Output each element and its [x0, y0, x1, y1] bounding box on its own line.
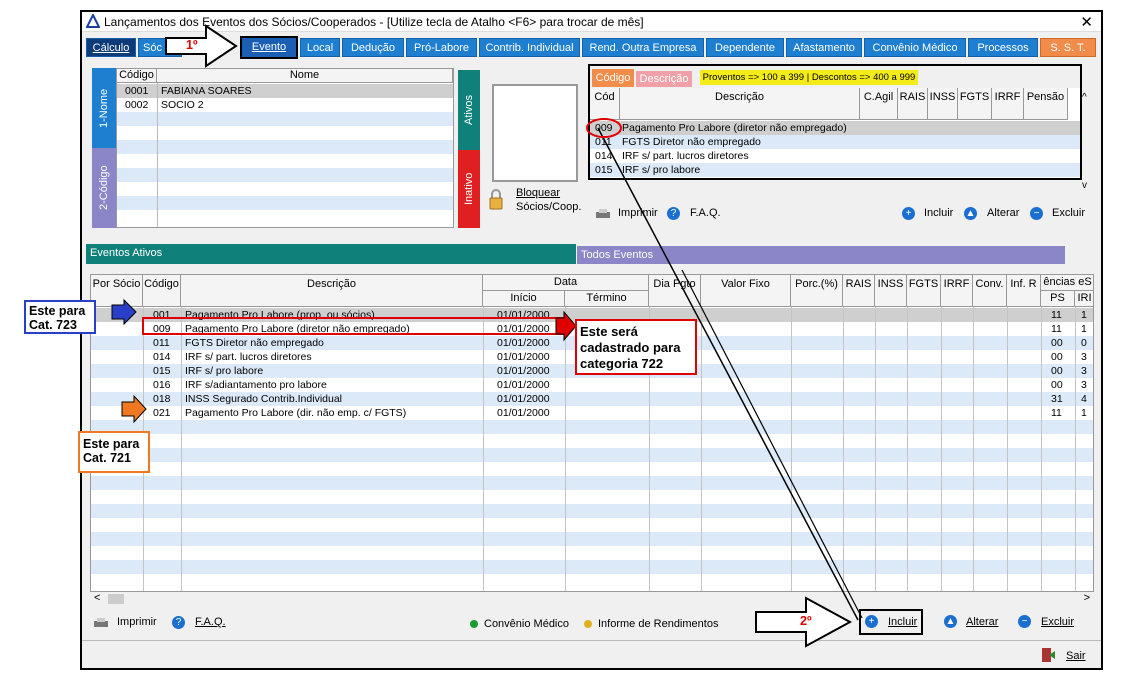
step1-arrow-icon [165, 24, 238, 68]
arrow-right-red-icon [555, 310, 577, 342]
annotation-overlay [111, 24, 863, 648]
note-cat-722: Este será cadastrado para categoria 722 [575, 319, 697, 375]
note-cat-723: Este para Cat. 723 [24, 300, 96, 334]
note-line: Cat. 721 [83, 451, 131, 465]
note-cat-721: Este para Cat. 721 [78, 431, 150, 473]
highlight-row-009 [142, 317, 566, 335]
note-line: Este para [29, 304, 86, 318]
arrow-right-blue-icon [111, 298, 137, 326]
note-line: Cat. 723 [29, 318, 77, 332]
note-line: Este para [83, 437, 140, 451]
arrow-right-orange-icon [121, 394, 147, 424]
step2-label: 2º [800, 614, 812, 628]
connector-line-3 [681, 269, 863, 619]
note-line: Este será [580, 324, 638, 339]
highlight-circle [586, 118, 622, 138]
note-line: cadastrado para [580, 340, 681, 355]
step1-label: 1º [186, 38, 198, 52]
note-line: categoria 722 [580, 356, 664, 371]
